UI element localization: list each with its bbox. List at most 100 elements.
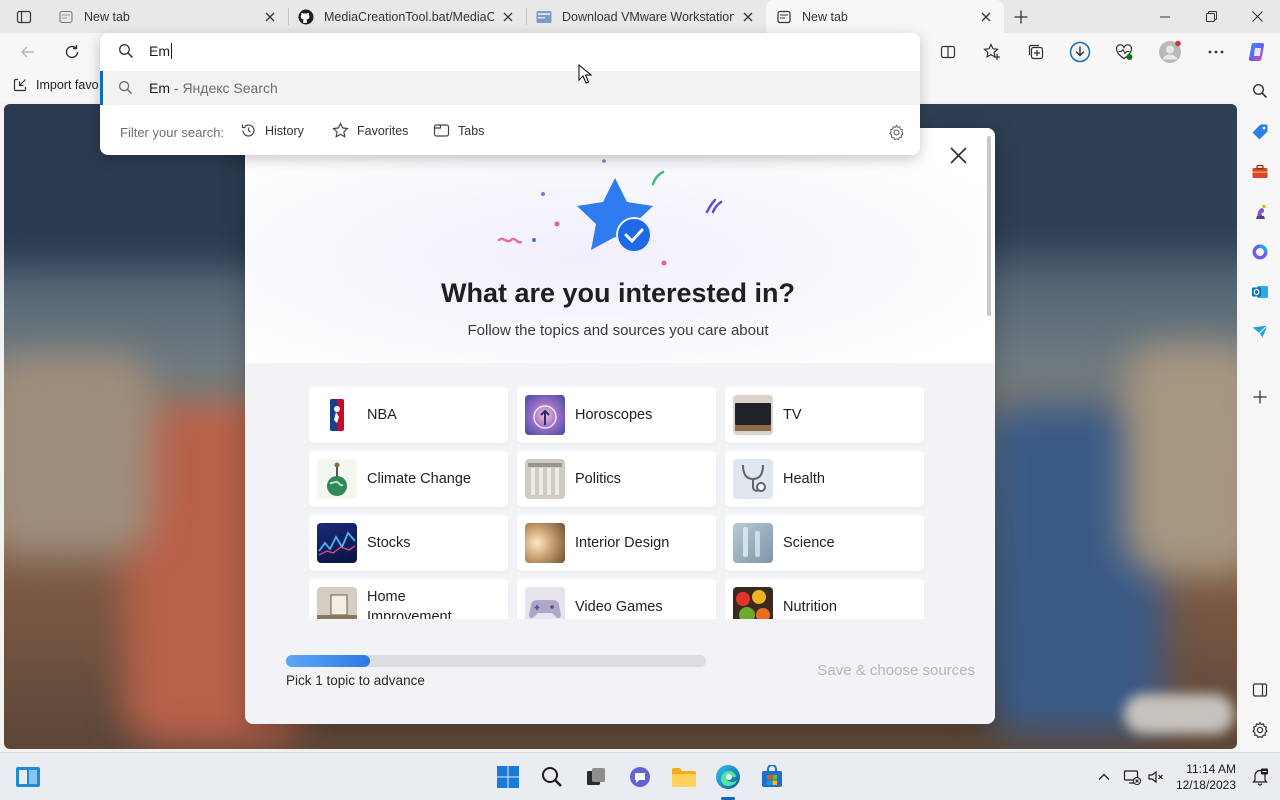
topic-video-games[interactable]: Video Games — [517, 579, 716, 619]
import-favorites-button[interactable]: Import favo — [12, 77, 99, 93]
split-screen-button[interactable] — [932, 37, 964, 67]
profile-button[interactable] — [1154, 37, 1186, 67]
store-button[interactable] — [756, 761, 788, 793]
back-arrow-icon — [21, 46, 34, 58]
more-options-icon — [1208, 50, 1224, 54]
topic-horoscopes[interactable]: Horoscopes — [517, 387, 716, 443]
tab-new-tab-active[interactable]: New tab — [766, 0, 1004, 33]
sidebar-search-button[interactable] — [1246, 77, 1274, 105]
edge-taskbar-button[interactable] — [712, 761, 744, 793]
nutrition-thumbnail — [733, 587, 773, 619]
minimize-button[interactable] — [1142, 0, 1188, 33]
filter-history[interactable]: History — [240, 122, 304, 139]
topic-label: Video Games — [575, 599, 663, 615]
filter-favorites[interactable]: Favorites — [332, 122, 408, 139]
tab-title: Download VMware Workstation — [562, 9, 734, 24]
tab-close-icon[interactable] — [978, 9, 994, 25]
topic-climate-change[interactable]: Climate Change — [309, 451, 508, 507]
toolbox-icon — [1252, 164, 1268, 178]
import-favorites-label: Import favo — [36, 78, 99, 92]
new-tab-button[interactable] — [1008, 4, 1034, 30]
tab-vmware[interactable]: Download VMware Workstation — [526, 0, 766, 33]
sidebar-drop-button[interactable] — [1246, 318, 1274, 346]
taskbar: 11:14 AM 12/18/2023 — [0, 752, 1280, 800]
topic-nba[interactable]: NBA — [309, 387, 508, 443]
science-thumbnail — [733, 523, 773, 563]
nba-logo-icon — [317, 395, 357, 435]
tab-github[interactable]: MediaCreationTool.bat/MediaCre — [288, 0, 526, 33]
back-button[interactable] — [12, 37, 44, 67]
collections-button[interactable] — [1020, 37, 1052, 67]
settings-more-button[interactable] — [1200, 37, 1232, 67]
tab-new-tab-1[interactable]: New tab — [48, 0, 288, 33]
sidebar-games-button[interactable] — [1246, 198, 1274, 226]
dialog-scrollbar[interactable] — [987, 136, 991, 316]
sidebar-add-button[interactable] — [1246, 383, 1274, 411]
downloads-button[interactable] — [1064, 37, 1096, 67]
topic-stocks[interactable]: Stocks — [309, 515, 508, 571]
gear-icon — [1252, 721, 1268, 739]
mouse-cursor-icon — [578, 64, 592, 84]
close-window-button[interactable] — [1234, 0, 1280, 33]
download-icon — [1069, 41, 1091, 63]
topic-nutrition[interactable]: Nutrition — [725, 579, 924, 619]
address-bar-input[interactable]: Em — [100, 33, 920, 69]
sidebar-settings-button[interactable] — [1246, 716, 1274, 744]
store-icon — [762, 765, 782, 787]
teams-chat-button[interactable] — [624, 761, 656, 793]
chevron-up-icon — [1098, 773, 1110, 780]
browser-essentials-button[interactable] — [1108, 37, 1140, 67]
clock[interactable]: 11:14 AM 12/18/2023 — [1166, 761, 1236, 793]
widgets-button[interactable] — [12, 761, 44, 793]
topic-home-improvement[interactable]: Home Improvement — [309, 579, 508, 619]
topic-health[interactable]: Health — [725, 451, 924, 507]
topic-label: Nutrition — [783, 599, 837, 615]
refresh-icon — [65, 45, 79, 59]
favorites-button[interactable] — [976, 37, 1008, 67]
filter-tabs[interactable]: Tabs — [433, 122, 484, 139]
tab-title: MediaCreationTool.bat/MediaCre — [324, 9, 494, 24]
tab-close-icon[interactable] — [500, 9, 516, 25]
topic-interior-design[interactable]: Interior Design — [517, 515, 716, 571]
plus-icon — [1014, 10, 1028, 24]
file-explorer-button[interactable] — [668, 761, 700, 793]
sidebar-shopping-button[interactable] — [1246, 118, 1274, 146]
minimize-icon — [1160, 16, 1170, 17]
filter-tabs-label: Tabs — [458, 123, 485, 138]
filter-label: Filter your search: — [120, 125, 225, 140]
search-suggestion[interactable]: Em - Яндекс Search — [100, 71, 920, 105]
sidebar-tools-button[interactable] — [1246, 158, 1274, 186]
folder-icon — [672, 768, 696, 787]
star-icon — [332, 122, 349, 138]
close-icon — [1251, 11, 1263, 22]
copilot-button[interactable] — [1242, 37, 1274, 67]
start-button[interactable] — [492, 761, 524, 793]
dialog-subtitle: Follow the topics and sources you care a… — [467, 322, 769, 339]
topic-science[interactable]: Science — [725, 515, 924, 571]
save-choose-sources-button[interactable]: Save & choose sources — [765, 662, 975, 679]
restore-button[interactable] — [1188, 0, 1234, 33]
tabs-icon — [433, 124, 450, 137]
tab-close-icon[interactable] — [262, 9, 278, 25]
address-bar-dropdown: Em Em - Яндекс Search Filter your search… — [100, 33, 920, 155]
sidebar-toggle-icon — [1252, 683, 1268, 697]
task-view-button[interactable] — [580, 761, 612, 793]
horoscope-thumbnail — [525, 395, 565, 435]
topic-tv[interactable]: TV — [725, 387, 924, 443]
tab-actions-button[interactable] — [8, 4, 40, 30]
plus-icon — [1253, 390, 1267, 404]
sidebar-m365-button[interactable] — [1246, 238, 1274, 266]
taskbar-search-button[interactable] — [536, 761, 568, 793]
sidebar-outlook-button[interactable] — [1246, 278, 1274, 306]
tab-close-icon[interactable] — [740, 9, 756, 25]
gear-icon[interactable] — [888, 124, 905, 141]
refresh-button[interactable] — [56, 37, 88, 67]
dialog-close-button[interactable] — [945, 142, 971, 168]
sidebar-hide-button[interactable] — [1246, 676, 1274, 704]
collections-icon — [1028, 44, 1044, 60]
dialog-title: What are you interested in? — [440, 278, 796, 308]
heart-pulse-icon — [1115, 44, 1133, 60]
topic-politics[interactable]: Politics — [517, 451, 716, 507]
stocks-thumbnail — [317, 523, 357, 563]
notifications-button[interactable] — [1244, 761, 1276, 793]
